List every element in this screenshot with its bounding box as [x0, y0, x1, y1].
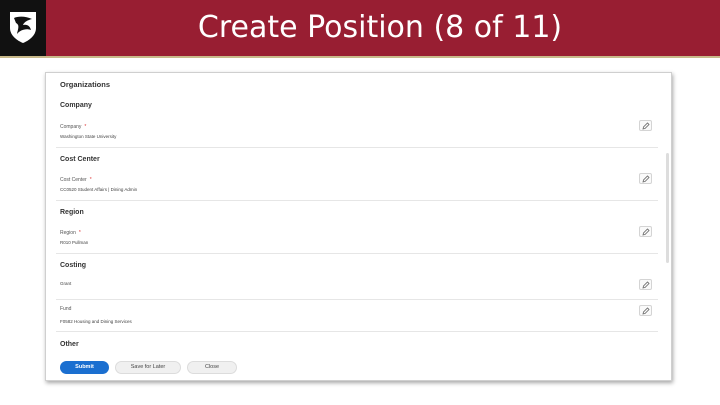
section-divider	[56, 331, 658, 332]
edit-region-button[interactable]	[639, 226, 652, 237]
field-value-company: Washington State University	[60, 134, 117, 139]
section-heading-other: Other	[60, 341, 79, 348]
field-value-grant: Grant	[60, 281, 72, 286]
field-label-company: Company *	[60, 124, 87, 130]
field-divider	[56, 299, 658, 300]
required-marker: *	[78, 230, 81, 236]
required-marker: *	[84, 124, 87, 130]
workday-form-screenshot: Organizations Company Company * Washingto…	[45, 72, 672, 381]
section-heading-costing: Costing	[60, 262, 87, 269]
pencil-icon	[642, 228, 650, 236]
section-divider	[56, 147, 658, 148]
cougar-shield-icon	[0, 0, 46, 56]
pencil-icon	[642, 175, 650, 183]
field-value-region: R010 Pullman	[60, 240, 89, 245]
required-marker: *	[89, 177, 92, 183]
pencil-icon	[642, 307, 650, 315]
banner-divider	[0, 56, 720, 58]
section-divider	[56, 253, 658, 254]
pencil-icon	[642, 122, 650, 130]
edit-company-button[interactable]	[639, 120, 652, 131]
submit-button[interactable]: Submit	[60, 361, 109, 374]
section-heading-region: Region	[60, 209, 84, 216]
scrollbar[interactable]	[666, 153, 669, 263]
form-title: Organizations	[60, 80, 111, 89]
section-heading-company: Company	[60, 102, 92, 109]
edit-cost-center-button[interactable]	[639, 173, 652, 184]
field-value-cost-center: CC0520 Student Affairs | Dining Admin	[60, 187, 138, 192]
section-heading-cost-center: Cost Center	[60, 156, 100, 163]
pencil-icon	[642, 281, 650, 289]
edit-fund-button[interactable]	[639, 305, 652, 316]
close-button[interactable]: Close	[187, 361, 237, 374]
edit-grant-button[interactable]	[639, 279, 652, 290]
field-value-fund: F0582 Housing and Dining Services	[60, 319, 132, 324]
field-label-cost-center: Cost Center *	[60, 177, 92, 183]
save-for-later-button[interactable]: Save for Later	[115, 361, 181, 374]
field-label-fund: Fund	[60, 306, 72, 312]
field-label-region: Region *	[60, 230, 81, 236]
slide-title: Create Position (8 of 11)	[197, 10, 563, 45]
section-divider	[56, 200, 658, 201]
